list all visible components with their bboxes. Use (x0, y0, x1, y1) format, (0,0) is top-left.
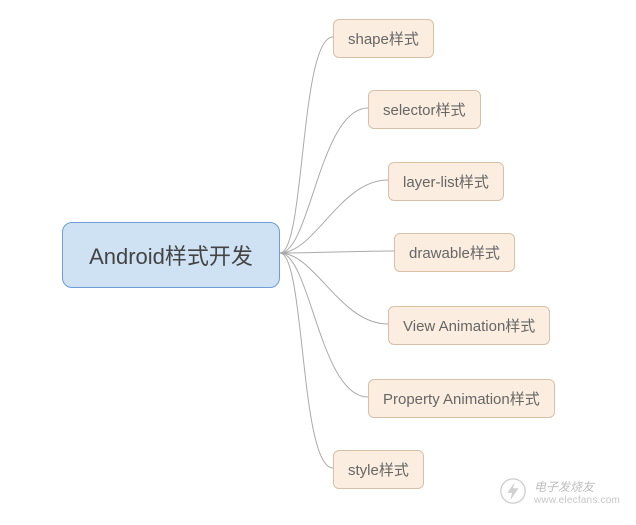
child-label: View Animation样式 (403, 318, 535, 335)
child-label: Property Animation样式 (383, 391, 540, 408)
child-node: style样式 (333, 450, 424, 489)
child-node: Property Animation样式 (368, 379, 555, 418)
watermark-url: www.elecfans.com (534, 495, 620, 506)
child-node: drawable样式 (394, 233, 515, 272)
child-node: View Animation样式 (388, 306, 550, 345)
child-node: layer-list样式 (388, 162, 504, 201)
lightning-icon (498, 476, 528, 511)
child-node: shape样式 (333, 19, 434, 58)
watermark: 电子发烧友 www.elecfans.com (498, 476, 620, 511)
watermark-cn: 电子发烧友 (534, 481, 620, 494)
child-label: layer-list样式 (403, 174, 489, 191)
child-label: selector样式 (383, 102, 466, 119)
root-node: Android样式开发 (62, 222, 280, 288)
child-label: style样式 (348, 462, 409, 479)
child-label: drawable样式 (409, 245, 500, 262)
child-node: selector样式 (368, 90, 481, 129)
child-label: shape样式 (348, 31, 419, 48)
root-label: Android样式开发 (89, 239, 253, 271)
